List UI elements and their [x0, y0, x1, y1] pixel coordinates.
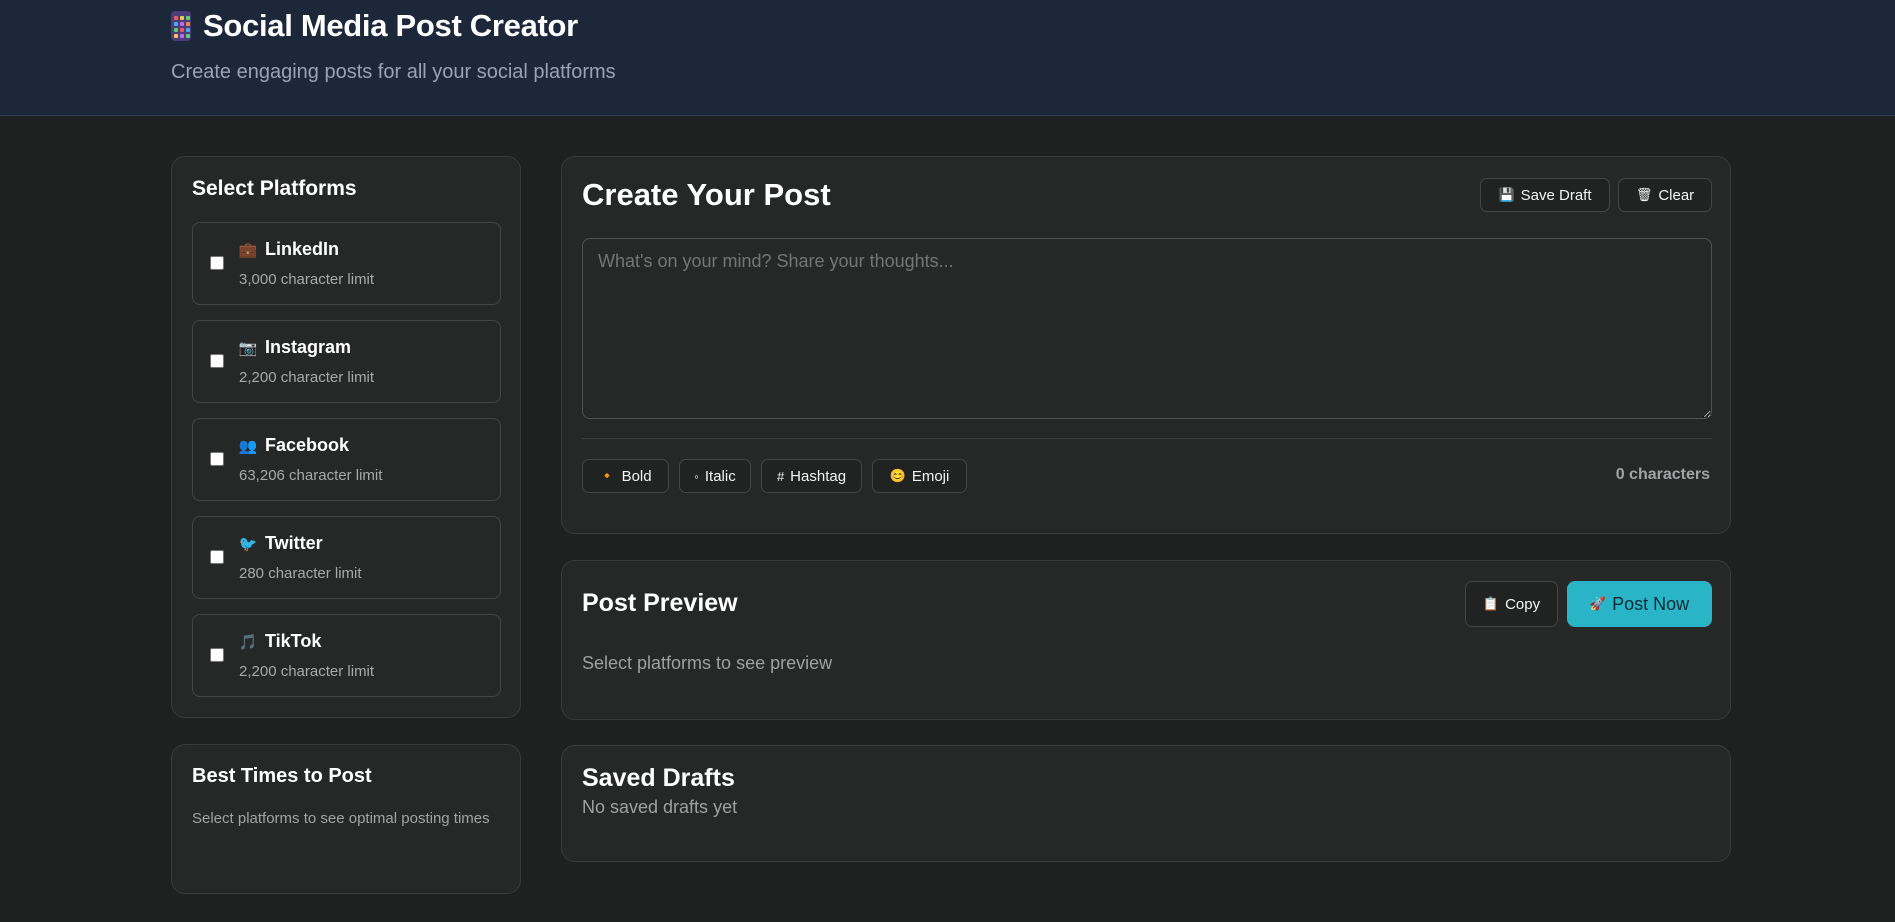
clear-button[interactable]: 🗑 Clear	[1618, 178, 1712, 212]
trash-icon: 🗑	[1635, 187, 1653, 202]
divider	[582, 438, 1712, 439]
hashtag-label: Hashtag	[790, 467, 847, 485]
post-now-label: Post Now	[1612, 593, 1690, 614]
copy-label: Copy	[1505, 595, 1541, 613]
best-times-heading: Best Times to Post	[192, 765, 372, 787]
saved-drafts-panel: Saved Drafts No saved drafts yet	[561, 745, 1731, 862]
people-icon: 👥	[238, 437, 258, 455]
platforms-panel: Select Platforms 💼 LinkedIn 3,000 charac…	[171, 156, 521, 718]
camera-icon: 📷	[238, 339, 258, 357]
small-circle-icon: ◦	[694, 468, 699, 484]
bird-icon: 🐦	[238, 535, 258, 553]
page-subtitle: Create engaging posts for all your socia…	[171, 61, 616, 83]
platform-checkbox-instagram[interactable]	[210, 354, 224, 368]
preview-note: Select platforms to see preview	[582, 653, 833, 673]
smile-icon: 😊	[889, 468, 906, 483]
app-title: Social Media Post Creator	[171, 8, 616, 44]
hashtag-button[interactable]: # Hashtag	[761, 459, 862, 493]
best-times-panel: Best Times to Post Select platforms to s…	[171, 744, 521, 894]
italic-label: Italic	[704, 467, 736, 485]
page-title: Social Media Post Creator	[203, 8, 578, 43]
platform-name: Instagram	[265, 337, 352, 357]
platform-limit: 3,000 character limit	[239, 271, 375, 288]
music-note-icon: 🎵	[238, 633, 258, 651]
platform-checkbox-twitter[interactable]	[210, 550, 224, 564]
diamond-icon: 🔸	[599, 468, 616, 483]
post-preview-panel: Post Preview 📋 Copy 🚀 Post Now Select pl…	[561, 560, 1731, 720]
platform-limit: 280 character limit	[239, 565, 362, 582]
rocket-icon: 🚀	[1589, 596, 1607, 611]
platform-name: Twitter	[265, 533, 323, 553]
best-times-note: Select platforms to see optimal posting …	[192, 810, 490, 827]
italic-button[interactable]: ◦ Italic	[679, 459, 751, 493]
platform-item-facebook[interactable]: 👥 Facebook 63,206 character limit	[192, 418, 501, 501]
saved-drafts-note: No saved drafts yet	[582, 797, 738, 817]
save-draft-button[interactable]: 💾 Save Draft	[1480, 178, 1610, 212]
floppy-disk-icon: 💾	[1498, 187, 1515, 202]
save-draft-label: Save Draft	[1520, 186, 1592, 204]
post-now-button[interactable]: 🚀 Post Now	[1567, 581, 1712, 627]
bold-label: Bold	[621, 467, 652, 485]
platform-item-twitter[interactable]: 🐦 Twitter 280 character limit	[192, 516, 501, 599]
bold-button[interactable]: 🔸 Bold	[582, 459, 669, 493]
post-preview-heading: Post Preview	[582, 589, 738, 617]
platform-item-instagram[interactable]: 📷 Instagram 2,200 character limit	[192, 320, 501, 403]
create-post-panel: Create Your Post 💾 Save Draft 🗑 Clear 🔸 …	[561, 156, 1731, 534]
clear-label: Clear	[1658, 186, 1695, 204]
emoji-button[interactable]: 😊 Emoji	[872, 459, 967, 493]
platform-limit: 2,200 character limit	[239, 369, 375, 386]
platform-name: TikTok	[265, 631, 322, 651]
post-textarea[interactable]	[582, 238, 1712, 419]
create-post-heading: Create Your Post	[582, 177, 831, 212]
platform-name: LinkedIn	[265, 239, 340, 259]
platform-limit: 2,200 character limit	[239, 663, 375, 680]
platform-checkbox-linkedin[interactable]	[210, 256, 224, 270]
saved-drafts-heading: Saved Drafts	[582, 764, 735, 792]
copy-button[interactable]: 📋 Copy	[1465, 581, 1558, 627]
briefcase-icon: 💼	[238, 241, 258, 259]
platform-item-tiktok[interactable]: 🎵 TikTok 2,200 character limit	[192, 614, 501, 697]
hash-icon: #	[776, 468, 785, 484]
platform-limit: 63,206 character limit	[239, 467, 383, 484]
platform-checkbox-tiktok[interactable]	[210, 648, 224, 662]
platform-checkbox-facebook[interactable]	[210, 452, 224, 466]
app-header: Social Media Post Creator Create engagin…	[0, 0, 1895, 116]
platform-item-linkedin[interactable]: 💼 LinkedIn 3,000 character limit	[192, 222, 501, 305]
character-count: 0 characters	[1615, 466, 1710, 483]
platform-name: Facebook	[265, 435, 350, 455]
clipboard-icon: 📋	[1482, 596, 1500, 611]
emoji-label: Emoji	[911, 467, 950, 485]
platforms-heading: Select Platforms	[192, 177, 357, 200]
calculator-icon	[171, 11, 191, 41]
